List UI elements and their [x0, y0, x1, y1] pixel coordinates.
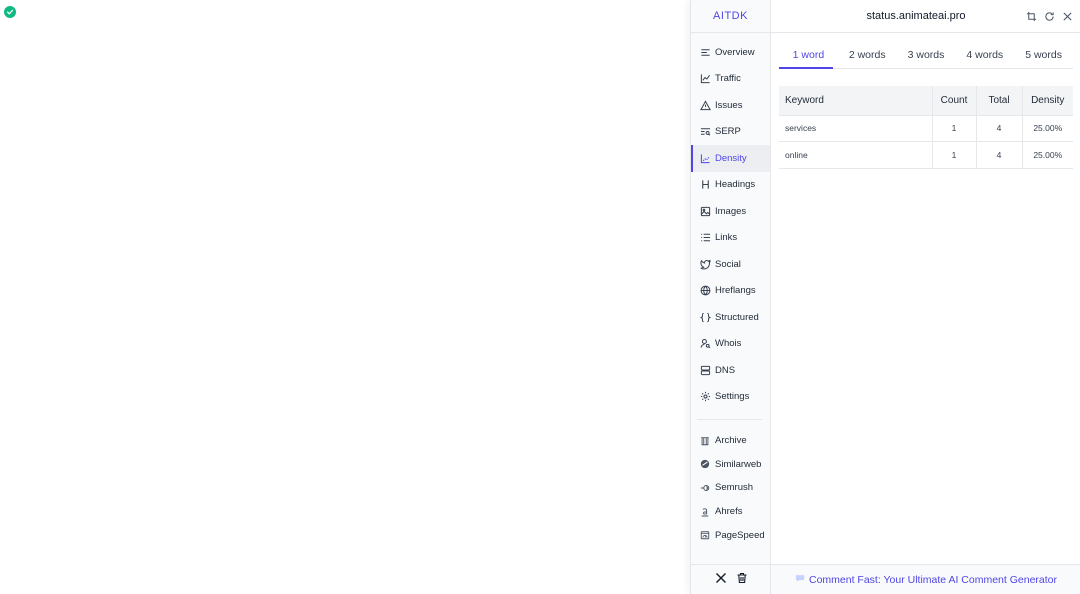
- keyword-density-table: Keyword Count Total Density services 1 4…: [779, 86, 1073, 169]
- brand-logo[interactable]: AITDK: [691, 0, 770, 33]
- sidebar-link-pagespeed[interactable]: PageSpeed: [691, 523, 770, 547]
- sidebar-link-archive[interactable]: Archive: [691, 429, 770, 453]
- user-search-icon: [699, 338, 711, 350]
- table-header-row: Keyword Count Total Density: [779, 86, 1073, 115]
- main-content: status.animateai.pro 1 word 2 words 3 wo…: [771, 0, 1080, 594]
- density-icon: [699, 152, 711, 164]
- sidebar-item-settings[interactable]: Settings: [691, 384, 770, 411]
- semrush-icon: [699, 482, 711, 494]
- seo-extension-panel: AITDK Overview Traffic Issues SERP Densi…: [690, 0, 1080, 594]
- sidebar-link-ahrefs[interactable]: Ahrefs: [691, 500, 770, 524]
- server-icon: [699, 364, 711, 376]
- pagespeed-icon: [699, 529, 711, 541]
- heading-icon: [699, 179, 711, 191]
- table-row: services 1 4 25.00%: [779, 114, 1073, 142]
- sidebar-item-serp[interactable]: SERP: [691, 119, 770, 146]
- warning-icon: [699, 99, 711, 111]
- current-url: status.animateai.pro: [866, 10, 966, 22]
- traffic-icon: [699, 73, 711, 85]
- tab-1-word[interactable]: 1 word: [779, 41, 838, 69]
- sidebar-link-label: PageSpeed: [715, 529, 765, 541]
- column-header-keyword[interactable]: Keyword: [779, 86, 933, 115]
- sidebar-divider: [697, 419, 762, 420]
- sidebar-item-issues[interactable]: Issues: [691, 92, 770, 119]
- sidebar-item-structured[interactable]: Structured: [691, 304, 770, 331]
- sidebar-footer: [691, 564, 771, 594]
- crop-icon[interactable]: [1025, 10, 1037, 22]
- gear-icon: [699, 391, 711, 403]
- cell-keyword: online: [779, 141, 933, 169]
- sidebar-item-label: Overview: [715, 46, 755, 58]
- sidebar-item-whois[interactable]: Whois: [691, 331, 770, 358]
- sidebar-link-label: Similarweb: [715, 458, 762, 470]
- sidebar-item-density[interactable]: Density: [691, 145, 770, 172]
- twitter-bird-icon: [699, 258, 711, 270]
- similarweb-icon: [699, 458, 711, 470]
- tab-2-words[interactable]: 2 words: [838, 41, 897, 68]
- sidebar-item-label: Images: [715, 205, 747, 217]
- promo-banner-link[interactable]: Comment Fast: Your Ultimate AI Comment G…: [771, 564, 1080, 594]
- sidebar-link-label: Ahrefs: [715, 506, 743, 518]
- archive-icon: [699, 435, 711, 447]
- cell-density: 25.00%: [1022, 114, 1073, 142]
- promo-text: Comment Fast: Your Ultimate AI Comment G…: [808, 573, 1058, 586]
- sidebar-item-label: Structured: [715, 311, 759, 323]
- column-header-total[interactable]: Total: [976, 86, 1023, 115]
- sidebar-item-label: Issues: [715, 99, 743, 111]
- cell-total: 4: [976, 114, 1023, 142]
- table-row: online 1 4 25.00%: [779, 141, 1073, 169]
- sidebar-item-images[interactable]: Images: [691, 198, 770, 225]
- cell-total: 4: [976, 141, 1023, 169]
- list-icon: [699, 232, 711, 244]
- braces-icon: [699, 311, 711, 323]
- sidebar-link-similarweb[interactable]: Similarweb: [691, 453, 770, 477]
- sidebar-item-dns[interactable]: DNS: [691, 357, 770, 384]
- sidebar-nav: Overview Traffic Issues SERP Density Hea…: [691, 33, 770, 547]
- serp-icon: [699, 126, 711, 138]
- sidebar-item-label: SERP: [715, 126, 741, 138]
- tab-5-words[interactable]: 5 words: [1014, 41, 1073, 68]
- word-count-tabs: 1 word 2 words 3 words 4 words 5 words: [779, 41, 1073, 69]
- sidebar-item-social[interactable]: Social: [691, 251, 770, 278]
- refresh-icon[interactable]: [1043, 10, 1055, 22]
- close-icon[interactable]: [1061, 10, 1073, 22]
- tab-4-words[interactable]: 4 words: [955, 41, 1014, 68]
- panel-header: status.animateai.pro: [771, 0, 1080, 33]
- sidebar-item-overview[interactable]: Overview: [691, 39, 770, 66]
- globe-icon: [699, 285, 711, 297]
- cell-density: 25.00%: [1022, 141, 1073, 169]
- sidebar-item-traffic[interactable]: Traffic: [691, 66, 770, 93]
- sidebar-item-label: Whois: [715, 338, 742, 350]
- image-icon: [699, 205, 711, 217]
- column-header-density[interactable]: Density: [1022, 86, 1073, 115]
- sidebar-link-label: Archive: [715, 435, 747, 447]
- cell-keyword: services: [779, 114, 933, 142]
- sidebar-link-semrush[interactable]: Semrush: [691, 476, 770, 500]
- sidebar-link-label: Semrush: [715, 482, 754, 494]
- sidebar-item-links[interactable]: Links: [691, 225, 770, 252]
- sidebar: AITDK Overview Traffic Issues SERP Densi…: [691, 0, 771, 594]
- tab-3-words[interactable]: 3 words: [897, 41, 956, 68]
- sidebar-item-label: Settings: [715, 391, 750, 403]
- cell-count: 1: [932, 141, 977, 169]
- chat-bubble-icon: [795, 573, 805, 586]
- sidebar-item-label: Hreflangs: [715, 285, 756, 297]
- trash-icon[interactable]: [736, 571, 748, 589]
- sidebar-item-label: Headings: [715, 179, 756, 191]
- page-status-check-icon: [4, 6, 16, 18]
- cell-count: 1: [932, 114, 977, 142]
- sidebar-item-label: Social: [715, 258, 741, 270]
- ahrefs-icon: [699, 506, 711, 518]
- sidebar-item-label: Links: [715, 232, 738, 244]
- sidebar-item-label: Density: [715, 152, 747, 164]
- overview-icon: [699, 46, 711, 58]
- x-logo-icon[interactable]: [715, 571, 727, 589]
- sidebar-item-hreflangs[interactable]: Hreflangs: [691, 278, 770, 305]
- column-header-count[interactable]: Count: [932, 86, 977, 115]
- sidebar-item-headings[interactable]: Headings: [691, 172, 770, 199]
- sidebar-item-label: DNS: [715, 364, 736, 376]
- header-actions: [1025, 10, 1073, 22]
- sidebar-item-label: Traffic: [715, 73, 741, 85]
